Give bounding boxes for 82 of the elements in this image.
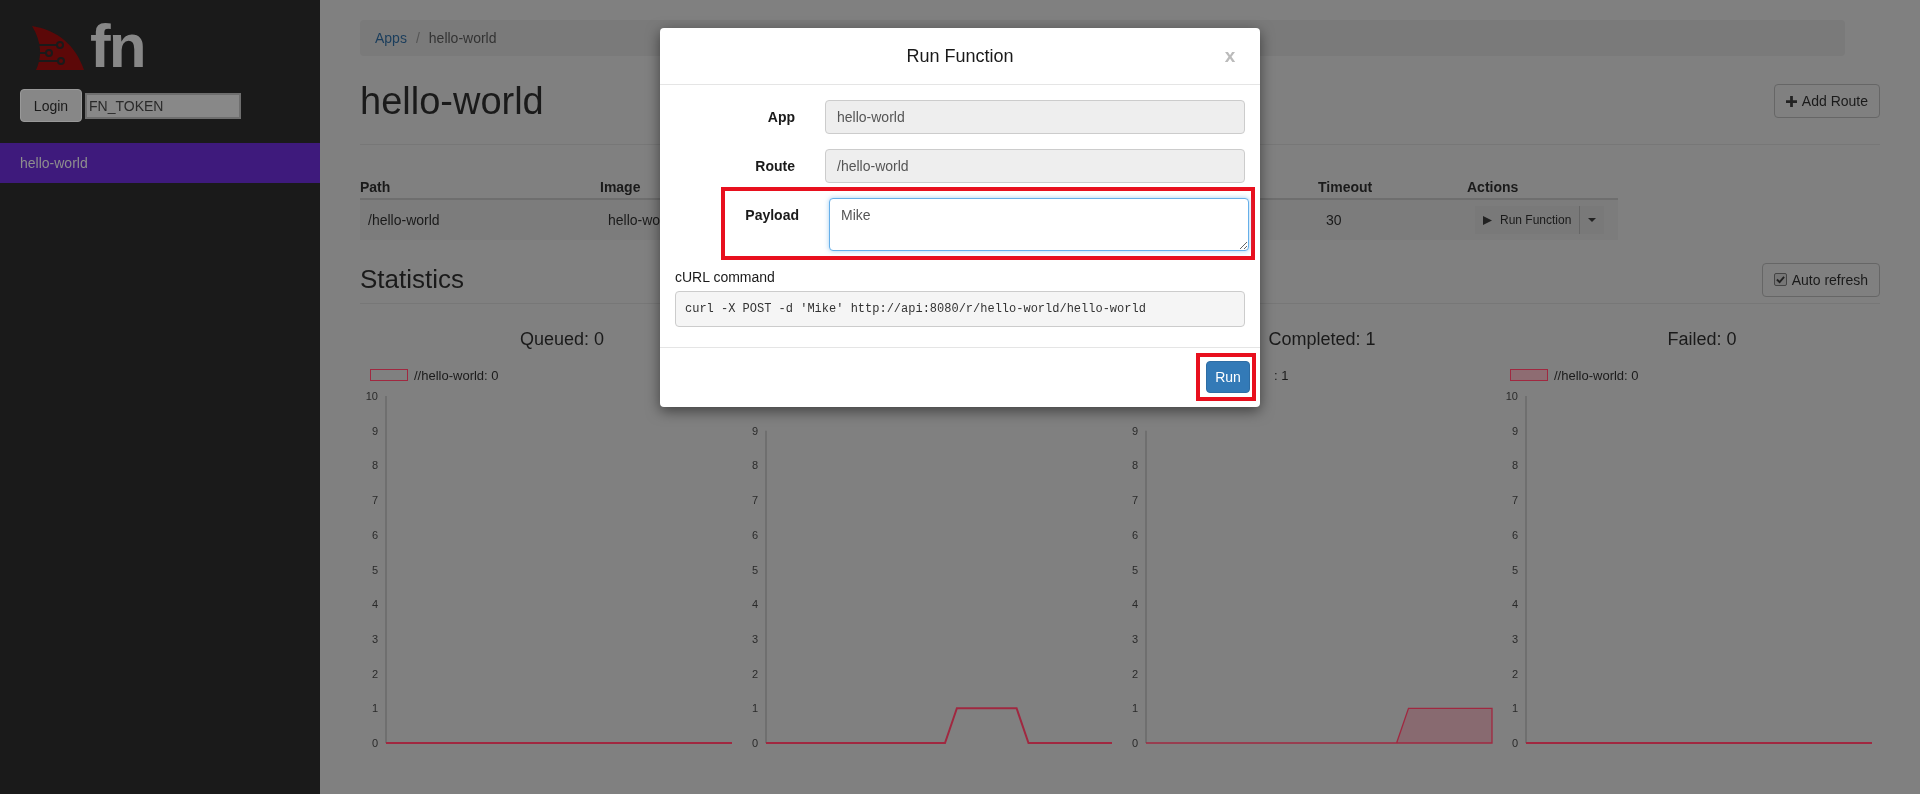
axis-tick-label: 5 <box>371 563 378 576</box>
axis-tick-label: 0 <box>1511 737 1518 749</box>
axis-tick-label: 2 <box>751 667 758 680</box>
field-label: Route <box>754 157 795 176</box>
legend-label: //hello-world: 0 <box>1554 367 1639 383</box>
auto-refresh-toggle[interactable]: Auto refresh <box>1761 262 1880 297</box>
field-label: Payload <box>744 206 799 225</box>
axis-tick-label: 1 <box>1131 702 1138 715</box>
section-title: Statistics <box>360 264 465 295</box>
axis-tick-label: 6 <box>751 528 758 541</box>
axis-tick-label: 5 <box>751 563 758 576</box>
table-cell: /hello-world <box>368 212 440 228</box>
axis-tick-label: 4 <box>1131 598 1138 611</box>
axis-tick-label: 8 <box>1511 459 1518 472</box>
axis-tick-label: 4 <box>1511 598 1518 611</box>
breadcrumb-link[interactable]: Apps <box>375 30 407 46</box>
payload-field[interactable]: Mike <box>829 198 1249 251</box>
axis-tick-label: 10 <box>365 390 378 402</box>
axis-tick-label: 1 <box>751 702 758 715</box>
caret-icon <box>1588 218 1597 222</box>
breadcrumb-current: hello-world <box>428 30 497 46</box>
axis-tick-label: 3 <box>1131 632 1138 645</box>
checkbox[interactable] <box>1773 273 1787 286</box>
chart-title: Queued: 0 <box>519 329 605 349</box>
input-field[interactable]: hello-world <box>825 100 1245 134</box>
table-cell: 30 <box>1326 212 1342 228</box>
axis-tick-label: 8 <box>751 459 758 472</box>
axis-tick-label: 10 <box>1505 390 1518 402</box>
axis-tick-label: 2 <box>1511 667 1518 680</box>
page-title: hello-world <box>360 79 544 123</box>
axis-tick-label: 6 <box>1511 528 1518 541</box>
column-header: Timeout <box>1318 178 1374 197</box>
sidebar-item[interactable]: hello-world <box>0 143 320 183</box>
logo-text: fn <box>90 20 145 72</box>
axis-tick-label: 8 <box>371 459 378 472</box>
legend-label: //hello-world: 0 <box>414 367 499 383</box>
chart-title: Failed: 0 <box>1667 329 1737 349</box>
axis-tick-label: 9 <box>371 424 378 437</box>
chart-title: Completed: 1 <box>1268 329 1376 349</box>
table-cell: hello-wo <box>608 212 661 228</box>
axis-tick-label: 4 <box>751 598 758 611</box>
play-icon <box>1483 215 1492 225</box>
axis-tick-label: 1 <box>1511 702 1518 715</box>
column-header: Actions <box>1467 178 1520 197</box>
axis-tick-label: 9 <box>1131 424 1138 437</box>
axis-tick-label: 1 <box>371 702 378 715</box>
axis-tick-label: 5 <box>1511 563 1518 576</box>
axis-tick-label: 3 <box>1511 632 1518 645</box>
axis-tick-label: 5 <box>1131 563 1138 576</box>
axis-tick-label: 0 <box>1131 737 1138 749</box>
axis-tick-label: 7 <box>371 494 378 507</box>
axis-tick-label: 7 <box>751 494 758 507</box>
axis-tick-label: 9 <box>1511 424 1518 437</box>
axis-tick-label: 7 <box>1511 494 1518 507</box>
add-route-button[interactable]: Add Route <box>1773 84 1880 118</box>
axis-tick-label: 6 <box>371 528 378 541</box>
plus-icon <box>1785 95 1797 107</box>
axis-tick-label: 3 <box>371 632 378 645</box>
axis-tick-label: 3 <box>751 632 758 645</box>
axis-tick-label: 7 <box>1131 494 1138 507</box>
legend-swatch <box>1510 369 1548 381</box>
input-field[interactable]: /hello-world <box>825 149 1245 183</box>
column-header: Path <box>360 178 392 197</box>
field-label: App <box>766 108 795 127</box>
field-label: cURL command <box>675 269 776 285</box>
run-button[interactable]: Run <box>1206 361 1250 393</box>
curl-command-box: curl -X POST -d 'Mike' http://api:8080/r/hello-world/hello-world <box>675 291 1245 327</box>
axis-tick-label: 8 <box>1131 459 1138 472</box>
axis-tick-label: 2 <box>371 667 378 680</box>
legend-label: : 1 <box>1274 367 1289 383</box>
axis-tick-label: 9 <box>751 424 758 437</box>
axis-tick-label: 6 <box>1131 528 1138 541</box>
axis-tick-label: 0 <box>371 737 378 749</box>
token-field[interactable]: FN_TOKEN <box>85 92 241 119</box>
axis-tick-label: 2 <box>1131 667 1138 680</box>
axis-tick-label: 4 <box>371 598 378 611</box>
breadcrumb-separator: / <box>414 30 421 46</box>
axis-tick-label: 0 <box>751 737 758 749</box>
dialog-title: Run Function <box>905 45 1015 67</box>
column-header: Image <box>600 178 642 197</box>
login-button[interactable]: Login <box>20 89 82 122</box>
legend-swatch <box>370 369 408 381</box>
